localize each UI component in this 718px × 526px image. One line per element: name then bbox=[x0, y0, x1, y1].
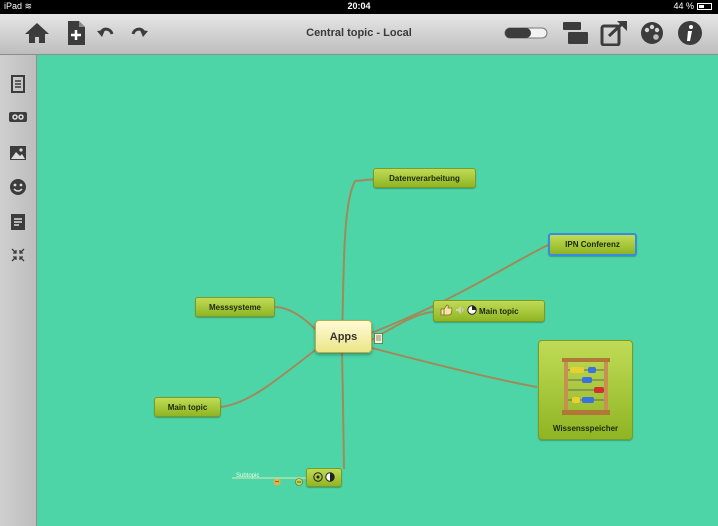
smiley-icon[interactable] bbox=[7, 176, 29, 198]
toggle-icon[interactable] bbox=[503, 18, 549, 48]
note-indicator-icon[interactable] bbox=[374, 331, 383, 349]
stop-icon bbox=[313, 471, 323, 484]
half-progress-icon bbox=[325, 471, 335, 484]
status-bar: iPad ≋ 20:04 44 % bbox=[0, 0, 718, 14]
thumbs-up-icon bbox=[439, 304, 453, 318]
toolbar: Central topic - Local bbox=[0, 14, 718, 55]
sidebar bbox=[0, 55, 37, 526]
central-topic[interactable]: Apps bbox=[315, 320, 372, 353]
mindmap-canvas[interactable]: Datenverarbeitung IPN Conferenz Main top… bbox=[37, 55, 718, 526]
task-icon[interactable] bbox=[7, 211, 29, 233]
topic-wissensspeicher[interactable]: Wissensspeicher bbox=[538, 340, 633, 440]
subtopic-label[interactable]: Subtopic bbox=[236, 473, 259, 479]
topic-messsysteme[interactable]: Messsysteme bbox=[195, 297, 275, 317]
branch-links bbox=[220, 178, 549, 479]
palette-icon[interactable] bbox=[637, 18, 667, 48]
image-icon[interactable] bbox=[7, 142, 29, 164]
expand-dot-icon[interactable] bbox=[295, 473, 303, 491]
link-icon[interactable] bbox=[7, 106, 29, 128]
topic-main-topic-left[interactable]: Main topic bbox=[154, 397, 221, 417]
info-icon[interactable] bbox=[675, 18, 705, 48]
collapse-icon[interactable] bbox=[7, 244, 29, 266]
clock: 20:04 bbox=[347, 1, 371, 11]
topic-main-topic-right[interactable]: Main topic bbox=[433, 300, 545, 322]
abacus-image bbox=[558, 356, 614, 420]
sound-icon bbox=[455, 305, 465, 317]
topic-label: Main topic bbox=[479, 306, 519, 316]
notes-icon[interactable] bbox=[7, 73, 29, 95]
topic-progress-node[interactable] bbox=[306, 468, 342, 487]
presentation-icon[interactable] bbox=[561, 18, 591, 48]
topic-ipn-conferenz[interactable]: IPN Conferenz bbox=[548, 233, 637, 256]
sticker-icon bbox=[273, 473, 281, 491]
topic-label: Wissensspeicher bbox=[552, 424, 619, 433]
battery-icon bbox=[697, 2, 712, 10]
battery-indicator: 44 % bbox=[673, 1, 712, 11]
export-icon[interactable] bbox=[599, 18, 629, 48]
topic-datenverarbeitung[interactable]: Datenverarbeitung bbox=[373, 168, 476, 188]
progress-icon bbox=[467, 305, 477, 317]
